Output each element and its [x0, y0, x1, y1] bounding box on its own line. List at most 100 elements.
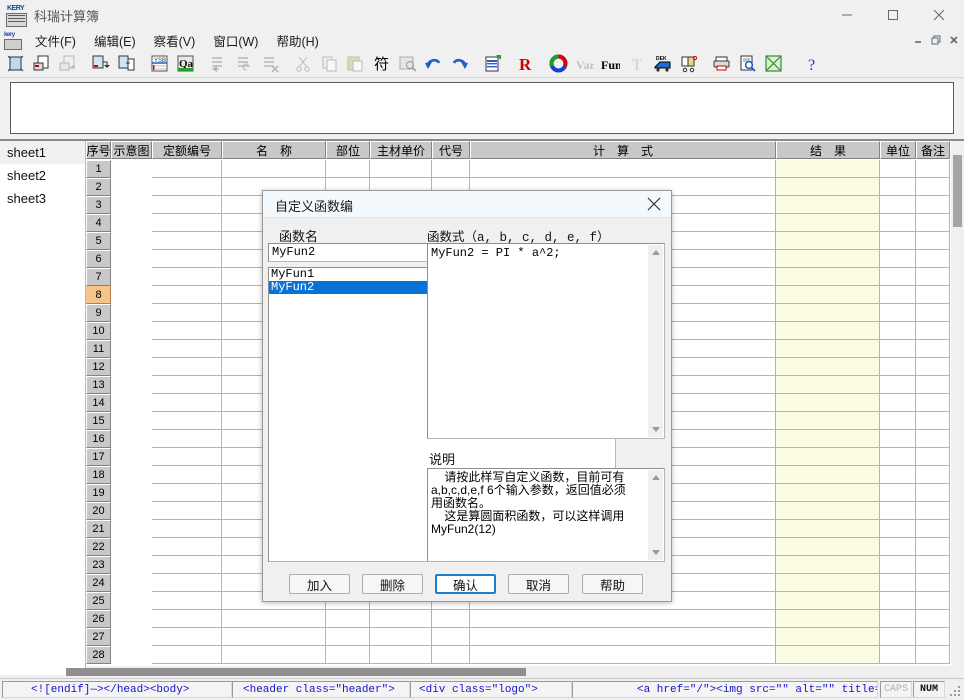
grid-cell[interactable]	[111, 178, 152, 196]
grid-cell[interactable]	[880, 196, 916, 214]
help-button[interactable]: 帮助	[582, 574, 643, 594]
grid-cell[interactable]	[880, 484, 916, 502]
grid-cell[interactable]	[776, 286, 880, 304]
dialog-close-button[interactable]	[637, 191, 671, 217]
grid-cell[interactable]	[370, 610, 432, 628]
properties-icon[interactable]	[480, 51, 505, 76]
grid-cell[interactable]	[880, 286, 916, 304]
grid-cell[interactable]	[880, 304, 916, 322]
find-replace-icon[interactable]	[395, 51, 420, 76]
grid-cell[interactable]	[916, 304, 950, 322]
grid-cell[interactable]	[152, 430, 222, 448]
grid-cell[interactable]	[111, 376, 152, 394]
grid-cell[interactable]	[776, 574, 880, 592]
grid-cell[interactable]	[152, 250, 222, 268]
grid-cell[interactable]	[111, 502, 152, 520]
row-header[interactable]: 26	[86, 610, 111, 628]
delete-button[interactable]: 删除	[362, 574, 423, 594]
row-header[interactable]: 5	[86, 232, 111, 250]
row-header[interactable]: 19	[86, 484, 111, 502]
column-header-unit[interactable]: 单位	[880, 141, 916, 159]
grid-cell[interactable]	[916, 628, 950, 646]
grid-cell[interactable]	[152, 538, 222, 556]
grid-cell[interactable]	[152, 304, 222, 322]
grid-cell[interactable]	[111, 448, 152, 466]
grid-cell[interactable]	[152, 484, 222, 502]
row-header[interactable]: 28	[86, 646, 111, 664]
mdi-restore-button[interactable]	[927, 32, 944, 48]
grid-cell[interactable]	[916, 268, 950, 286]
grid-cell[interactable]	[776, 250, 880, 268]
grid-cell[interactable]	[880, 610, 916, 628]
grid-cell[interactable]	[111, 574, 152, 592]
scrollbar-thumb[interactable]	[953, 155, 962, 227]
grid-cell[interactable]	[776, 448, 880, 466]
insert-row-above-icon[interactable]	[206, 51, 231, 76]
row-header[interactable]: 22	[86, 538, 111, 556]
grid-cell[interactable]	[916, 412, 950, 430]
undo-icon[interactable]	[421, 51, 446, 76]
grid-cell[interactable]	[776, 304, 880, 322]
dek-scanner-icon[interactable]: DEK	[650, 51, 675, 76]
row-header[interactable]: 11	[86, 340, 111, 358]
save-as-icon[interactable]	[114, 51, 139, 76]
mdi-minimize-button[interactable]	[909, 32, 926, 48]
symbol-icon[interactable]: 符	[369, 51, 394, 76]
grid-cell[interactable]	[880, 160, 916, 178]
grid-cell[interactable]	[916, 484, 950, 502]
grid-cell[interactable]	[916, 646, 950, 664]
grid-cell[interactable]	[470, 628, 776, 646]
print-icon[interactable]	[709, 51, 734, 76]
grid-cell[interactable]	[776, 196, 880, 214]
grid-cell[interactable]	[111, 520, 152, 538]
grid-cell[interactable]	[152, 160, 222, 178]
grid-cell[interactable]	[432, 160, 470, 178]
grid-cell[interactable]	[776, 322, 880, 340]
grid-cell[interactable]	[880, 628, 916, 646]
grid-cell[interactable]	[776, 214, 880, 232]
grid-cell[interactable]	[152, 232, 222, 250]
menu-view[interactable]: 察看(V)	[145, 29, 205, 52]
grid-cell[interactable]	[880, 538, 916, 556]
grid-cell[interactable]	[880, 322, 916, 340]
row-header[interactable]: 16	[86, 430, 111, 448]
grid-cell[interactable]	[880, 502, 916, 520]
grid-cell[interactable]	[152, 628, 222, 646]
grid-cell[interactable]	[880, 376, 916, 394]
grid-cell[interactable]	[470, 646, 776, 664]
grid-cell[interactable]	[326, 610, 370, 628]
grid-cell[interactable]	[152, 214, 222, 232]
grid-cell[interactable]	[776, 502, 880, 520]
print-preview-icon[interactable]	[735, 51, 760, 76]
function-expression-box[interactable]: MyFun2 = PI * a^2;	[427, 243, 665, 439]
book-cart-icon[interactable]	[676, 51, 701, 76]
insert-row-below-icon[interactable]	[232, 51, 257, 76]
grid-cell[interactable]	[880, 268, 916, 286]
grid-cell[interactable]	[916, 358, 950, 376]
grid-cell[interactable]	[111, 646, 152, 664]
grid-cell[interactable]	[111, 628, 152, 646]
function-icon[interactable]: Fun	[598, 51, 623, 76]
grid-cell[interactable]	[111, 556, 152, 574]
grid-cell[interactable]	[152, 412, 222, 430]
row-header[interactable]: 25	[86, 592, 111, 610]
open-add-icon[interactable]	[55, 51, 80, 76]
grid-cell[interactable]	[111, 358, 152, 376]
column-header-result[interactable]: 结 果	[776, 141, 880, 159]
grid-cell[interactable]	[916, 232, 950, 250]
row-header[interactable]: 20	[86, 502, 111, 520]
add-button[interactable]: 加入	[289, 574, 350, 594]
grid-cell[interactable]	[776, 520, 880, 538]
grid-cell[interactable]	[880, 232, 916, 250]
variable-icon[interactable]: Var	[572, 51, 597, 76]
grid-cell[interactable]	[916, 430, 950, 448]
grid-cell[interactable]	[916, 178, 950, 196]
grid-cell[interactable]	[776, 592, 880, 610]
column-header-name[interactable]: 名 称	[222, 141, 326, 159]
grid-cell[interactable]	[152, 286, 222, 304]
grid-cell[interactable]	[111, 322, 152, 340]
grid-cell[interactable]	[432, 646, 470, 664]
grid-cell[interactable]	[326, 646, 370, 664]
grid-cell[interactable]	[111, 304, 152, 322]
column-header-remark[interactable]: 备注	[916, 141, 950, 159]
